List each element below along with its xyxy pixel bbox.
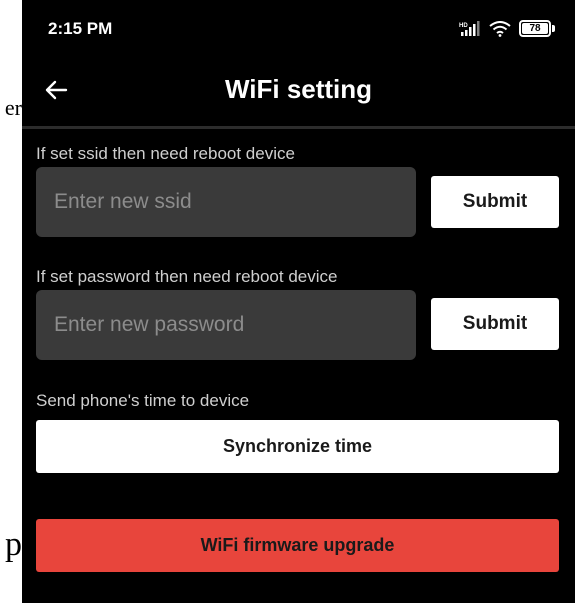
status-bar: 2:15 PM HD 78 <box>22 0 575 64</box>
wifi-icon <box>489 20 511 37</box>
battery-icon: 78 <box>519 20 555 37</box>
svg-text:HD: HD <box>459 23 468 29</box>
ssid-hint-label: If set ssid then need reboot device <box>36 144 295 163</box>
status-time: 2:15 PM <box>48 19 113 38</box>
phone-screen: 2:15 PM HD 78 WiFi setting If set ssid t… <box>22 0 575 603</box>
password-submit-button[interactable]: Submit <box>431 298 559 350</box>
app-bar: WiFi setting <box>22 64 575 126</box>
background-page-fragment: er <box>0 92 22 124</box>
ssid-submit-button[interactable]: Submit <box>431 176 559 228</box>
password-hint-label: If set password then need reboot device <box>36 267 338 286</box>
battery-level: 78 <box>522 23 548 34</box>
ssid-input[interactable] <box>36 167 416 237</box>
firmware-upgrade-button[interactable]: WiFi firmware upgrade <box>36 519 559 572</box>
synchronize-time-button[interactable]: Synchronize time <box>36 420 559 473</box>
time-sync-label: Send phone's time to device <box>36 391 250 410</box>
hd-signal-icon: HD <box>459 20 480 36</box>
header-divider <box>22 126 575 129</box>
password-input[interactable] <box>36 290 416 360</box>
status-icons: HD 78 <box>459 20 555 37</box>
background-page-fragment: p <box>0 525 22 565</box>
page-title: WiFi setting <box>224 74 373 104</box>
